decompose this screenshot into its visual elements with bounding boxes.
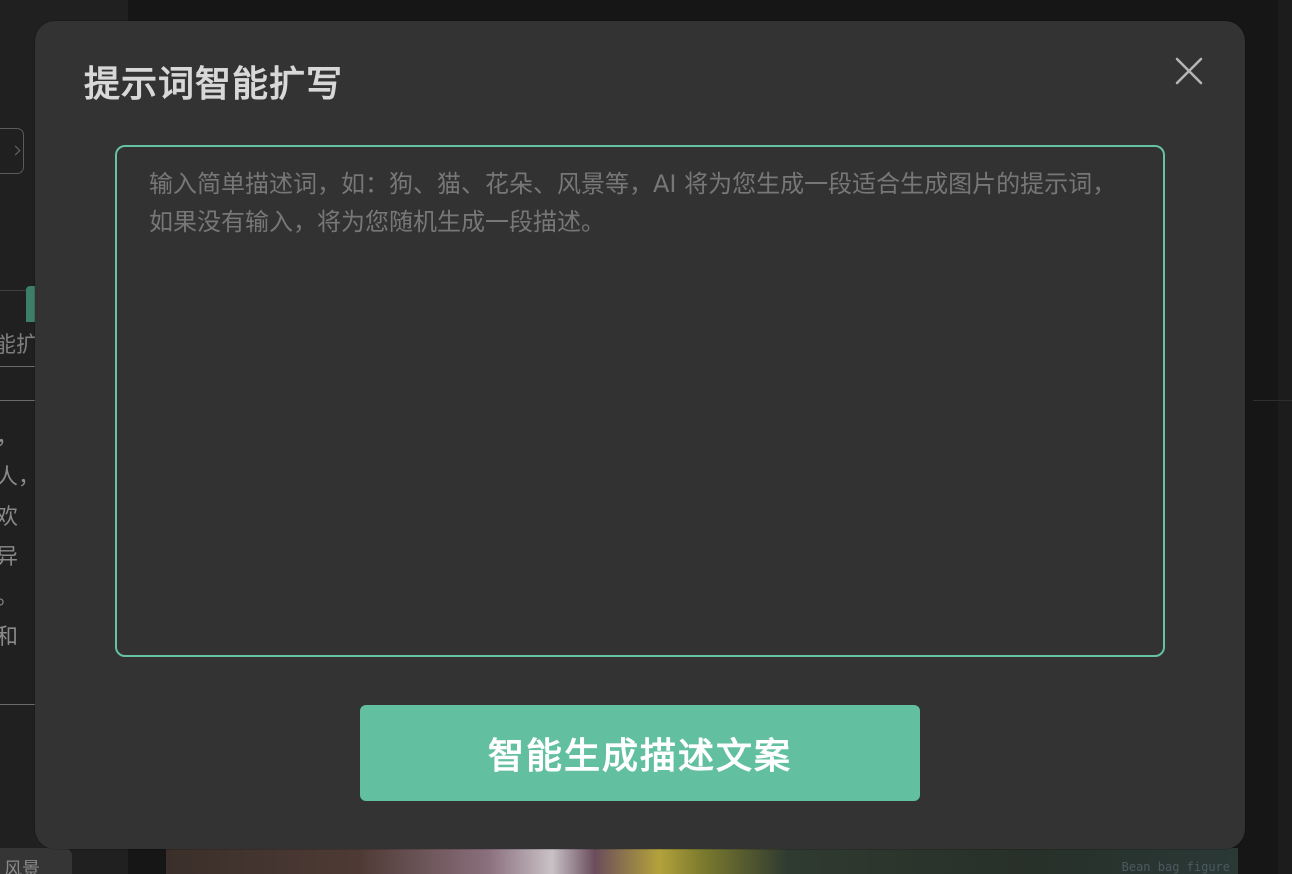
background-divider-top bbox=[0, 400, 36, 401]
background-divider-bottom bbox=[0, 704, 36, 705]
background-text-line: 人， bbox=[0, 465, 40, 490]
background-tag: 风景 bbox=[0, 848, 72, 874]
prompt-expand-modal: 提示词智能扩写 智能生成描述文案 bbox=[35, 21, 1245, 849]
generate-description-button[interactable]: 智能生成描述文案 bbox=[360, 705, 920, 801]
background-collapse-button bbox=[0, 128, 24, 174]
background-text-line: 欢 bbox=[0, 505, 19, 530]
modal-title: 提示词智能扩写 bbox=[84, 64, 344, 105]
close-icon bbox=[1175, 57, 1203, 85]
background-divider bbox=[1253, 400, 1292, 401]
close-button[interactable] bbox=[1169, 51, 1209, 91]
background-text-line: 和 bbox=[0, 625, 19, 650]
background-tab-line bbox=[0, 290, 26, 322]
background-text-line: 。 bbox=[0, 578, 40, 618]
background-image-caption: Bean bag figure bbox=[1121, 860, 1230, 874]
background-text-line: 异 bbox=[0, 545, 19, 570]
background-text-line: ， bbox=[0, 418, 40, 458]
app-stage: 能扩 ， 人， 欢 异 。 和 风景 Bean bag figure 提示词智能… bbox=[0, 0, 1292, 874]
background-right-strip bbox=[1278, 0, 1292, 874]
background-image-preview: Bean bag figure bbox=[166, 848, 1238, 874]
background-text-column: ， 人， 欢 异 。 和 bbox=[0, 418, 40, 658]
prompt-input[interactable] bbox=[115, 145, 1165, 657]
